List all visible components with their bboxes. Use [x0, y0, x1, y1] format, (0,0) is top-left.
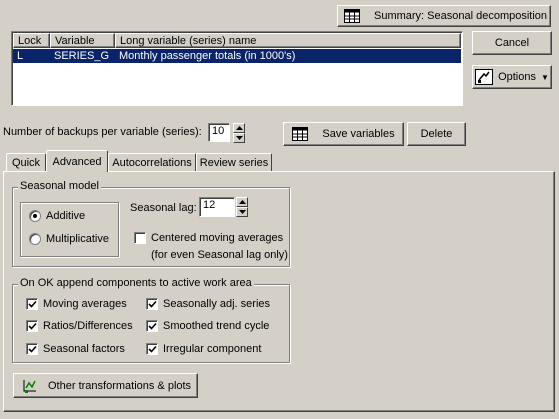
centered-ma-checkbox[interactable]	[134, 232, 146, 244]
spin-down-icon[interactable]	[233, 133, 245, 143]
options-button[interactable]: Options ▼	[472, 65, 552, 89]
cell-variable: SERIES_G	[54, 50, 110, 62]
ratios-differences-label: Ratios/Differences	[43, 320, 133, 332]
multiplicative-radio[interactable]	[29, 233, 41, 245]
additive-radio[interactable]	[29, 210, 41, 222]
smoothed-trend-checkbox[interactable]	[146, 320, 158, 332]
options-icon	[475, 69, 494, 85]
seasonal-lag-field[interactable]: 12	[199, 197, 235, 217]
cell-long-name: Monthly passenger totals (in 1000's)	[119, 50, 296, 62]
transform-plots-icon	[22, 378, 38, 394]
centered-ma-label: Centered moving averages	[151, 232, 284, 244]
summary-button[interactable]: Summary: Seasonal decomposition	[337, 5, 551, 27]
multiplicative-label: Multiplicative	[46, 233, 109, 245]
append-components-label: On OK append components to active work a…	[18, 277, 254, 289]
column-header-lock[interactable]: Lock	[13, 33, 50, 48]
smoothed-trend-label: Smoothed trend cycle	[163, 320, 270, 332]
tab-autocorrelations[interactable]: Autocorrelations	[108, 153, 196, 171]
other-transformations-button[interactable]: Other transformations & plots	[13, 373, 198, 398]
seasonal-lag-spinner[interactable]	[236, 197, 248, 217]
tab-quick[interactable]: Quick	[6, 153, 46, 171]
cancel-button[interactable]: Cancel	[472, 31, 552, 55]
centered-ma-note: (for even Seasonal lag only)	[151, 249, 288, 261]
table-header: Lock Variable Long variable (series) nam…	[13, 33, 461, 48]
seasonally-adj-checkbox[interactable]	[146, 298, 158, 310]
backups-field[interactable]: 10	[208, 123, 230, 142]
moving-averages-label: Moving averages	[43, 298, 127, 310]
irregular-component-checkbox[interactable]	[146, 343, 158, 355]
delete-button[interactable]: Delete	[407, 122, 466, 146]
spin-up-icon[interactable]	[236, 197, 248, 207]
summary-button-label: Summary: Seasonal decomposition	[374, 10, 548, 22]
ratios-differences-checkbox[interactable]	[26, 320, 38, 332]
column-header-long-name[interactable]: Long variable (series) name	[115, 33, 461, 48]
table-grid-icon	[344, 9, 360, 23]
backups-spinner[interactable]	[233, 123, 245, 143]
seasonally-adj-label: Seasonally adj. series	[163, 298, 271, 310]
table-row[interactable]: L SERIES_G Monthly passenger totals (in …	[13, 49, 461, 63]
spin-up-icon[interactable]	[233, 123, 245, 133]
backups-label: Number of backups per variable (series):	[3, 126, 202, 138]
seasonal-factors-label: Seasonal factors	[43, 343, 125, 355]
tab-advanced[interactable]: Advanced	[46, 150, 108, 172]
save-variables-icon	[292, 127, 309, 141]
seasonal-model-label: Seasonal model	[18, 180, 101, 192]
cell-lock: L	[17, 50, 24, 62]
additive-label: Additive	[46, 210, 86, 222]
column-header-variable[interactable]: Variable	[50, 33, 115, 48]
irregular-component-label: Irregular component	[163, 343, 262, 355]
tab-review-series[interactable]: Review series	[196, 153, 272, 171]
spin-down-icon[interactable]	[236, 207, 248, 217]
chevron-down-icon: ▼	[541, 72, 549, 82]
moving-averages-checkbox[interactable]	[26, 298, 38, 310]
variable-table[interactable]: Lock Variable Long variable (series) nam…	[11, 31, 463, 106]
seasonal-factors-checkbox[interactable]	[26, 343, 38, 355]
save-variables-button[interactable]: Save variables	[283, 122, 404, 146]
seasonal-lag-label: Seasonal lag:	[130, 202, 197, 214]
